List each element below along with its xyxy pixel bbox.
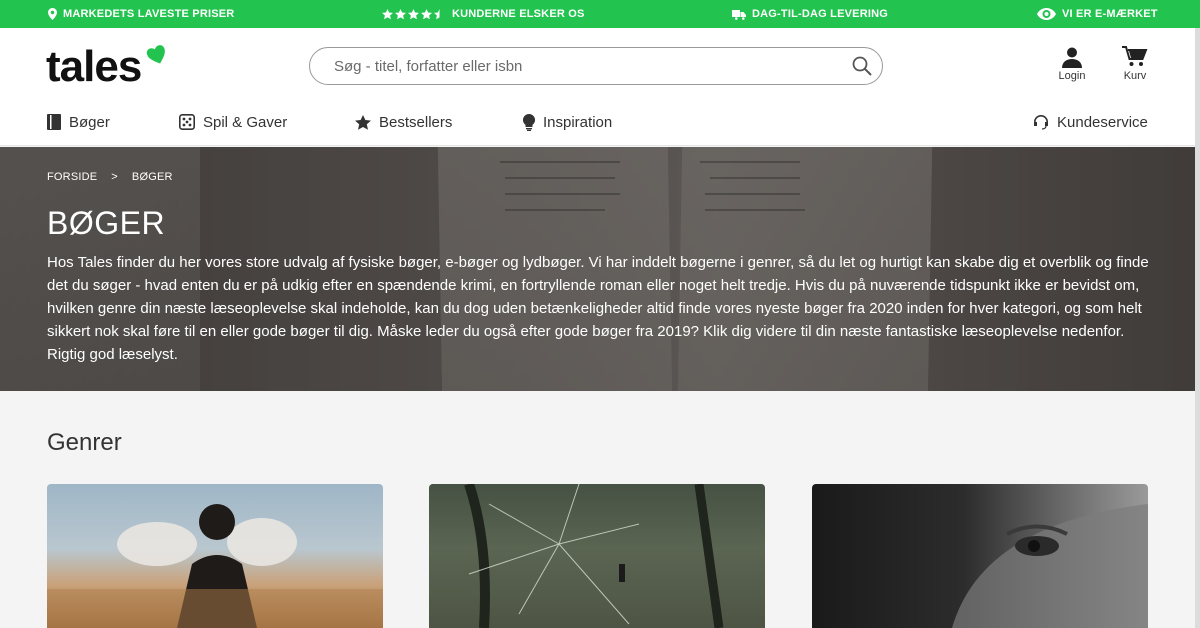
- face-eye-closeup-image: [952, 504, 1148, 628]
- stars-icon: [382, 8, 440, 19]
- login-button[interactable]: Login: [1052, 46, 1092, 82]
- nav-item-spil-gaver[interactable]: Spil & Gaver: [179, 112, 287, 132]
- nav-label: Inspiration: [543, 113, 613, 131]
- login-label: Login: [1058, 70, 1086, 82]
- usp-lowest-prices: MARKEDETS LAVESTE PRISER: [48, 0, 234, 28]
- usp-customer-love: KUNDERNE ELSKER OS: [382, 0, 585, 28]
- search-icon[interactable]: [852, 56, 872, 76]
- usp-label: DAG-TIL-DAG LEVERING: [752, 8, 888, 20]
- truck-icon: [732, 9, 746, 20]
- genre-card[interactable]: [47, 484, 383, 628]
- nav-item-boger[interactable]: Bøger: [47, 112, 110, 132]
- search-bar: [309, 47, 883, 85]
- search-input[interactable]: [334, 48, 834, 84]
- usp-label: KUNDERNE ELSKER OS: [452, 8, 585, 20]
- top-usp-bar: MARKEDETS LAVESTE PRISER KUNDERNE ELSKER…: [0, 0, 1200, 28]
- nav-label: Kundeservice: [1057, 113, 1148, 131]
- location-pin-icon: [48, 8, 57, 20]
- nav-item-kundeservice[interactable]: Kundeservice: [1033, 112, 1148, 132]
- page-title: BØGER: [47, 205, 166, 241]
- lightbulb-icon: [523, 113, 535, 131]
- category-hero: FORSIDE > BØGER BØGER Hos Tales finder d…: [0, 147, 1195, 391]
- cart-icon: [1122, 46, 1148, 66]
- usp-delivery: DAG-TIL-DAG LEVERING: [732, 0, 888, 28]
- dice-icon: [179, 114, 195, 130]
- genres-heading: Genrer: [47, 429, 122, 456]
- nav-label: Bestsellers: [379, 113, 453, 131]
- nav-label: Spil & Gaver: [203, 113, 288, 131]
- cart-button[interactable]: Kurv: [1115, 46, 1155, 82]
- cart-label: Kurv: [1123, 70, 1147, 82]
- breadcrumb-separator: >: [111, 171, 118, 183]
- nav-item-inspiration[interactable]: Inspiration: [523, 112, 612, 132]
- genre-card[interactable]: [812, 484, 1148, 628]
- usp-label: MARKEDETS LAVESTE PRISER: [63, 8, 235, 20]
- genre-card[interactable]: [429, 484, 765, 628]
- usp-label: VI ER E-MÆRKET: [1062, 8, 1158, 20]
- scrollbar-track[interactable]: [1195, 28, 1200, 628]
- eye-icon: [1037, 8, 1056, 20]
- nav-label: Bøger: [69, 113, 110, 131]
- breadcrumb-current: BØGER: [131, 171, 173, 183]
- person-dust-cloud-image: [47, 504, 383, 628]
- category-description: Hos Tales finder du her vores store udva…: [47, 254, 1149, 363]
- shattered-glass-forest-image: [429, 484, 765, 628]
- star-icon: [355, 114, 371, 130]
- user-icon: [1062, 47, 1082, 68]
- breadcrumb-home-link[interactable]: FORSIDE: [47, 171, 97, 183]
- breadcrumb: FORSIDE > BØGER: [47, 171, 173, 183]
- tales-logo[interactable]: tales: [46, 42, 176, 92]
- usp-e-maerket: VI ER E-MÆRKET: [1037, 0, 1158, 28]
- headset-icon: [1034, 115, 1048, 130]
- logo-text: tales: [46, 42, 142, 91]
- site-header: tales Login Kurv Bøger Spil & Gaver Best…: [0, 28, 1200, 146]
- heart-logo-icon: [146, 45, 165, 64]
- nav-item-bestsellers[interactable]: Bestsellers: [355, 112, 452, 132]
- book-icon: [47, 114, 61, 130]
